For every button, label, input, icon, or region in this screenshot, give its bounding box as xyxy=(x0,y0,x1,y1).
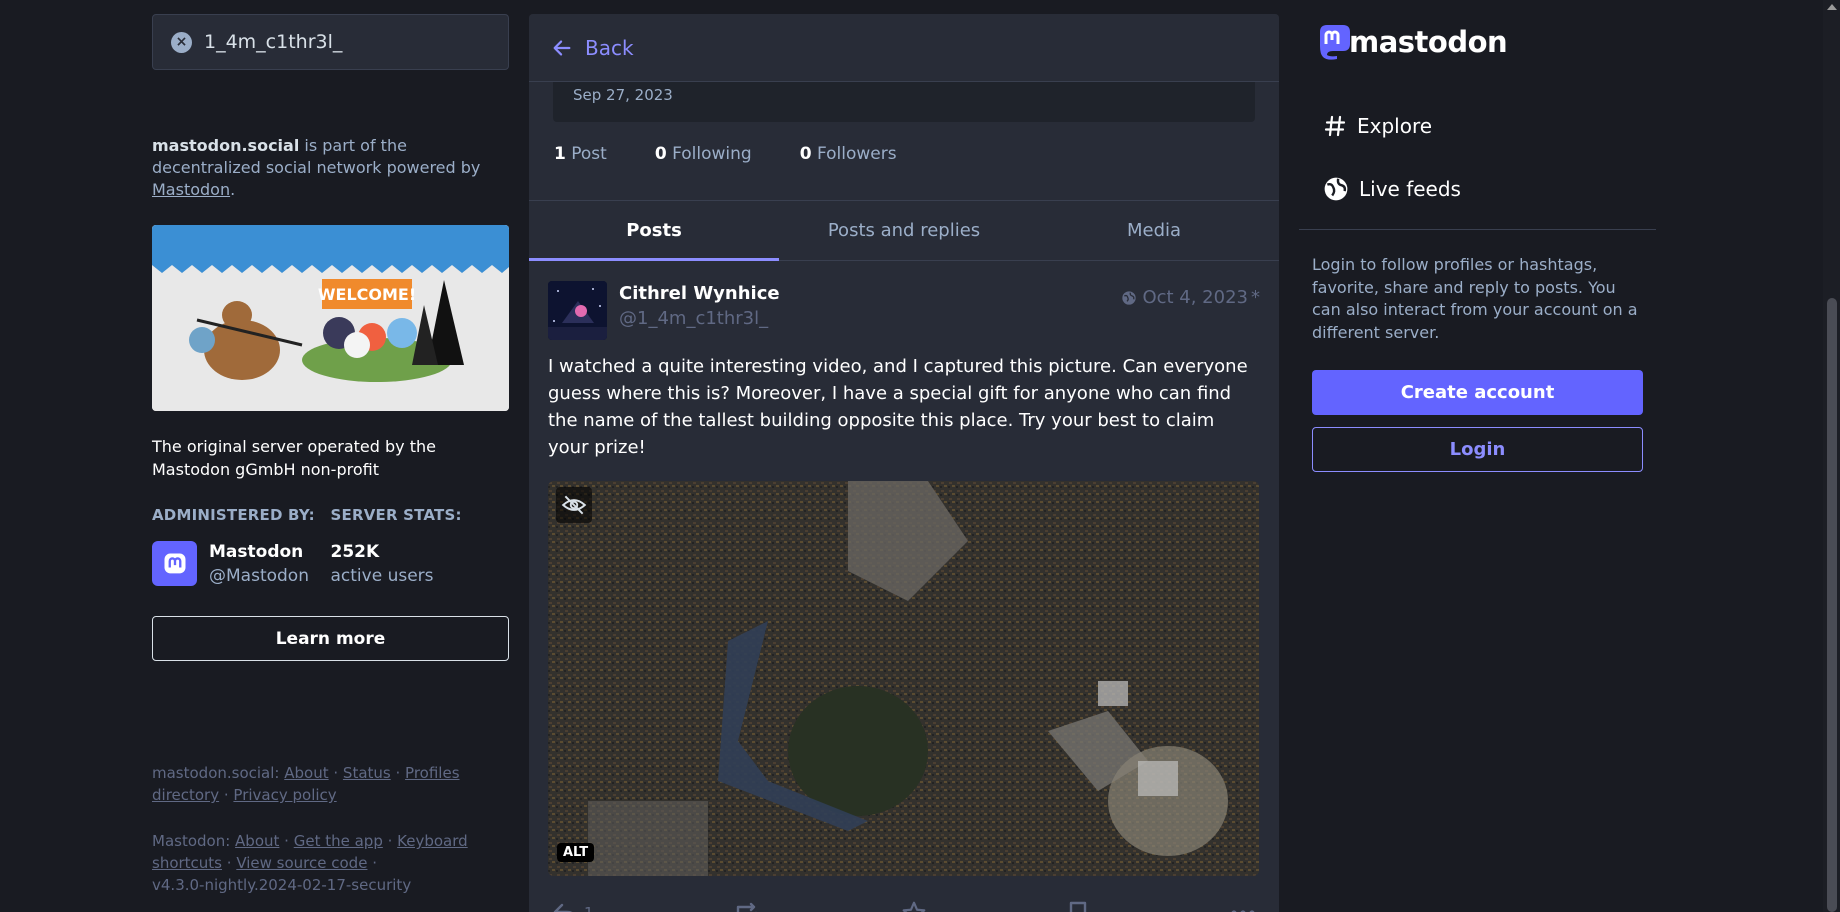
post-actions: 1 xyxy=(548,876,1260,912)
administered-by-label: ADMINISTERED BY: xyxy=(152,506,315,524)
status-post[interactable]: Cithrel Wynhice @1_4m_c1thr3l_ Oct 4, 20… xyxy=(529,261,1279,912)
boost-icon xyxy=(736,902,757,912)
signup-prompt: Login to follow profiles or hashtags, fa… xyxy=(1312,255,1638,342)
admin-avatar[interactable] xyxy=(152,541,197,586)
profile-tabs: Posts Posts and replies Media xyxy=(529,200,1279,261)
post-author-avatar[interactable] xyxy=(548,281,607,340)
server-stats: SERVER STATS: 252K active users xyxy=(331,506,510,588)
post-author[interactable]: Cithrel Wynhice @1_4m_c1thr3l_ xyxy=(619,281,1121,331)
column-header: Back xyxy=(529,14,1279,82)
server-description: The original server operated by the Mast… xyxy=(152,437,436,479)
tab-posts[interactable]: Posts xyxy=(529,201,779,261)
main-column: Back Sep 27, 2023 1 Post 0 Following 0 F… xyxy=(529,14,1279,912)
posts-count-label: Post xyxy=(571,144,607,164)
post-time-text: Oct 4, 2023 xyxy=(1142,287,1248,308)
admin-account[interactable]: Mastodon @Mastodon xyxy=(152,541,331,588)
main-navigation: Explore Live feeds xyxy=(1323,106,1461,232)
profile-counts: 1 Post 0 Following 0 Followers xyxy=(529,122,1279,200)
post-content: I watched a quite interesting video, and… xyxy=(548,356,1248,458)
alt-text-badge[interactable]: ALT xyxy=(557,843,595,862)
active-users-label: active users xyxy=(330,566,434,586)
create-account-button[interactable]: Create account xyxy=(1312,370,1643,415)
boost-button[interactable] xyxy=(734,901,760,912)
posts-count[interactable]: 1 Post xyxy=(554,144,631,200)
clear-search-icon[interactable]: × xyxy=(171,31,192,53)
footer-app-name: Mastodon xyxy=(152,832,226,850)
post-author-name: Cithrel Wynhice xyxy=(619,283,780,304)
server-info: ADMINISTERED BY: Mastodon @Mastodon SERV… xyxy=(152,506,509,588)
administered-by: ADMINISTERED BY: Mastodon @Mastodon xyxy=(152,506,331,588)
reply-button[interactable]: 1 xyxy=(552,902,594,912)
star-icon xyxy=(902,901,926,912)
post-author-handle: @1_4m_c1thr3l_ xyxy=(619,308,769,329)
server-name: mastodon.social xyxy=(152,136,300,155)
mastodon-logo[interactable]: mastodon xyxy=(1315,22,1508,62)
hashtag-icon xyxy=(1324,115,1346,137)
mastodon-link[interactable]: Mastodon xyxy=(152,180,230,199)
footer: mastodon.social: About · Status · Profil… xyxy=(152,762,509,896)
posts-count-value: 1 xyxy=(554,144,566,164)
server-stats-label: SERVER STATS: xyxy=(330,506,462,524)
followers-count-label: Followers xyxy=(816,144,897,164)
nav-live-feeds-label: Live feeds xyxy=(1359,177,1461,201)
tab-media[interactable]: Media xyxy=(1029,201,1279,260)
post-header: Cithrel Wynhice @1_4m_c1thr3l_ Oct 4, 20… xyxy=(548,281,1260,340)
following-count-label: Following xyxy=(672,144,752,164)
joined-date: Sep 27, 2023 xyxy=(573,86,673,104)
reply-icon xyxy=(553,903,573,912)
page-scrollbar[interactable] xyxy=(1823,0,1840,912)
nav-explore-label: Explore xyxy=(1357,114,1433,138)
globe-icon xyxy=(1122,290,1137,305)
search-bar[interactable]: × 1_4m_c1thr3l_ xyxy=(152,14,509,70)
followers-count[interactable]: 0 Followers xyxy=(800,144,921,200)
admin-name: Mastodon xyxy=(209,542,304,562)
arrow-left-icon xyxy=(553,39,571,56)
post-timestamp[interactable]: Oct 4, 2023 * xyxy=(1121,287,1260,308)
followers-count-value: 0 xyxy=(799,144,812,164)
login-button[interactable]: Login xyxy=(1312,427,1643,472)
welcome-sign-text: WELCOME! xyxy=(318,285,416,304)
reply-count: 1 xyxy=(584,904,594,912)
eye-slash-icon xyxy=(561,495,587,515)
learn-more-button[interactable]: Learn more xyxy=(152,616,509,661)
search-input[interactable]: 1_4m_c1thr3l_ xyxy=(204,31,342,53)
about-text-end: . xyxy=(230,180,236,199)
footer-server-name: mastodon.social xyxy=(152,764,275,782)
globe-icon xyxy=(1324,177,1348,201)
scroll-up-arrow-icon[interactable] xyxy=(1827,4,1837,10)
back-button[interactable]: Back xyxy=(551,36,634,60)
server-hero-image: WELCOME! xyxy=(152,225,509,411)
tab-posts-and-replies[interactable]: Posts and replies xyxy=(779,201,1029,260)
app-footer-links: Mastodon: About · Get the app · Keyboard… xyxy=(152,832,468,894)
mastodon-logo-icon xyxy=(164,553,185,573)
favorite-button[interactable] xyxy=(901,900,927,912)
joined-date-box: Sep 27, 2023 xyxy=(553,82,1255,122)
hide-media-button[interactable] xyxy=(556,487,592,523)
following-count-value: 0 xyxy=(654,144,667,164)
nav-live-feeds[interactable]: Live feeds xyxy=(1323,169,1461,209)
following-count[interactable]: 0 Following xyxy=(655,144,776,200)
brand-name: mastodon xyxy=(1349,25,1508,59)
back-label: Back xyxy=(585,35,634,60)
scrollbar-thumb[interactable] xyxy=(1827,298,1837,912)
footer-app-about-link[interactable]: About xyxy=(235,832,279,850)
divider xyxy=(1299,229,1656,230)
server-about-text: mastodon.social is part of the decentral… xyxy=(152,135,509,201)
post-media-image[interactable]: ALT xyxy=(548,481,1259,876)
server-footer-links: mastodon.social: About · Status · Profil… xyxy=(152,764,460,804)
footer-source-code-link[interactable]: View source code xyxy=(236,854,367,872)
edited-mark: * xyxy=(1251,287,1260,308)
footer-about-link[interactable]: About xyxy=(284,764,328,782)
left-column: × 1_4m_c1thr3l_ mastodon.social is part … xyxy=(152,14,509,661)
footer-status-link[interactable]: Status xyxy=(343,764,391,782)
bookmark-button[interactable] xyxy=(1067,900,1089,912)
bookmark-icon xyxy=(1070,901,1087,912)
footer-privacy-policy-link[interactable]: Privacy policy xyxy=(233,786,336,804)
nav-explore[interactable]: Explore xyxy=(1323,106,1461,146)
admin-handle: @Mastodon xyxy=(209,566,309,586)
active-users-count: 252K xyxy=(330,542,380,562)
footer-get-app-link[interactable]: Get the app xyxy=(294,832,383,850)
footer-version: v4.3.0-nightly.2024-02-17-security xyxy=(152,876,412,894)
